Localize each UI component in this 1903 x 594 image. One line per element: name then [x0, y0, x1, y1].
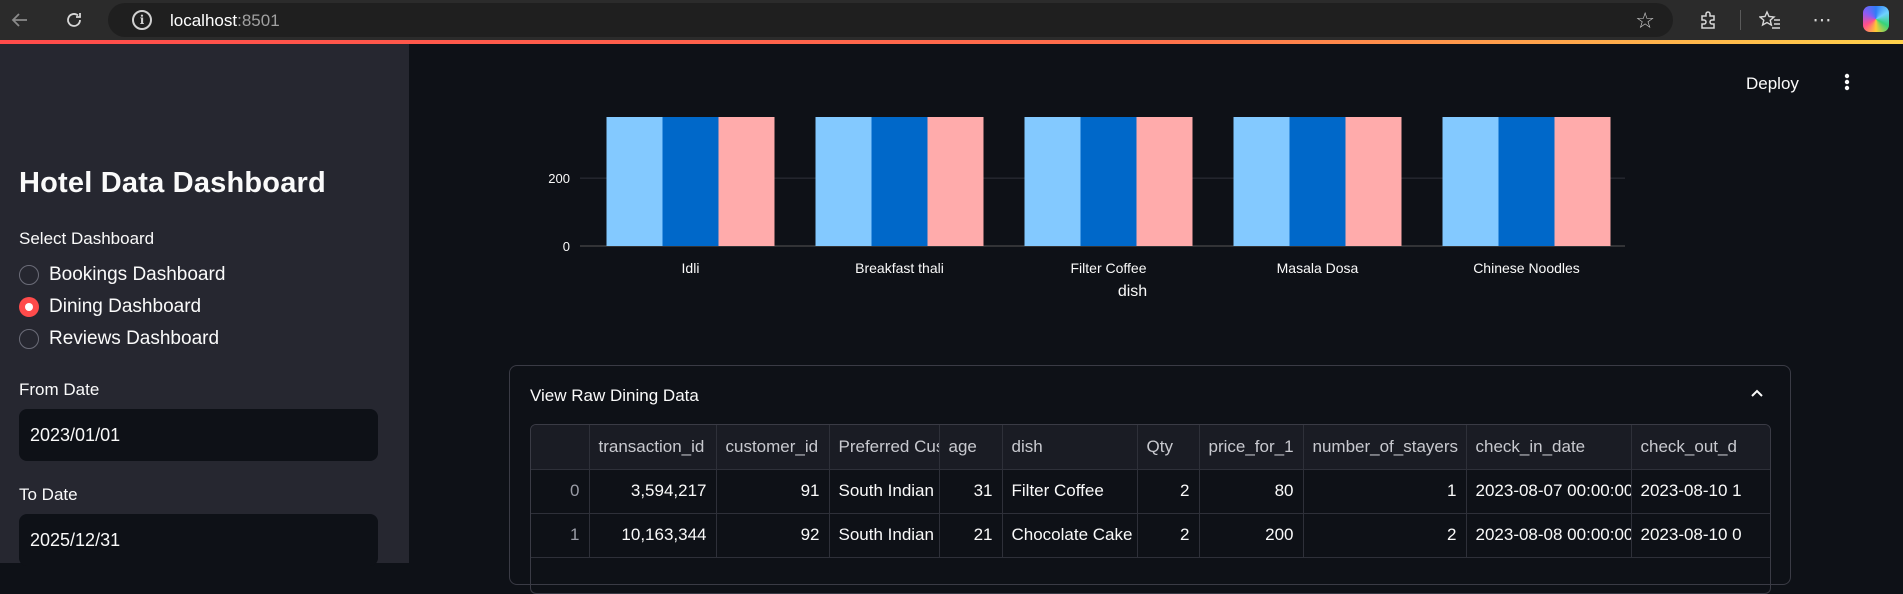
- bar: [718, 117, 775, 246]
- table-cell[interactable]: 80: [1199, 469, 1304, 514]
- x-tick-label: Breakfast thali: [855, 260, 944, 276]
- radio-label: Reviews Dashboard: [49, 328, 220, 349]
- sidebar: Hotel Data Dashboard Select Dashboard Bo…: [0, 44, 409, 566]
- row-index[interactable]: 0: [531, 469, 590, 514]
- column-header[interactable]: check_in_date: [1466, 425, 1632, 470]
- column-header[interactable]: age: [939, 425, 1003, 470]
- radio-label: Bookings Dashboard: [49, 264, 226, 285]
- x-tick-label: Masala Dosa: [1277, 260, 1359, 276]
- chevron-up-icon[interactable]: [1750, 386, 1764, 400]
- table-body: 0 3,594,217 91 South Indian 31 Filter Coffee 2…: [531, 469, 1770, 558]
- extensions-icon[interactable]: [1695, 7, 1721, 33]
- column-header[interactable]: transaction_id: [589, 425, 717, 470]
- kebab-menu-icon[interactable]: [1844, 72, 1850, 98]
- radio-unchecked-icon: [19, 329, 39, 349]
- deploy-button[interactable]: Deploy: [1746, 74, 1799, 100]
- table-cell[interactable]: 1: [1303, 469, 1467, 514]
- table-cell[interactable]: 2: [1303, 513, 1467, 558]
- x-tick-label: Idli: [682, 260, 700, 276]
- table-cell[interactable]: 21: [939, 513, 1003, 558]
- sidebar-title: Hotel Data Dashboard: [19, 167, 326, 199]
- radio-checked-icon: [19, 297, 39, 317]
- table-cell[interactable]: 2023-08-07 00:00:00: [1466, 469, 1632, 514]
- bar: [1136, 117, 1193, 246]
- bar: [606, 117, 663, 246]
- y-tick-label: 0: [563, 239, 570, 254]
- x-axis-label: dish: [1118, 283, 1147, 300]
- column-header[interactable]: Qty: [1137, 425, 1200, 470]
- x-tick-label: Chinese Noodles: [1473, 260, 1580, 276]
- bar: [1442, 117, 1499, 246]
- table-cell[interactable]: Chocolate Cake: [1002, 513, 1138, 558]
- column-header[interactable]: customer_id: [716, 425, 830, 470]
- radio-label: Dining Dashboard: [49, 296, 202, 317]
- raw-dining-table: transaction_idcustomer_idPreferred Cusin…: [531, 425, 1770, 558]
- table-cell[interactable]: 91: [716, 469, 830, 514]
- from-date-label: From Date: [19, 380, 100, 399]
- table-cell[interactable]: 3,594,217: [589, 469, 717, 514]
- bar: [1554, 117, 1611, 246]
- toolbar-divider: [1740, 10, 1741, 30]
- table-cell[interactable]: 200: [1199, 513, 1304, 558]
- table-cell[interactable]: 2023-08-10 0: [1631, 513, 1770, 558]
- x-tick-label: Filter Coffee: [1071, 260, 1147, 276]
- table-cell[interactable]: 2: [1137, 513, 1200, 558]
- table-cell[interactable]: 10,163,344: [589, 513, 717, 558]
- favorite-star-icon[interactable]: ☆: [1635, 8, 1655, 34]
- table-cell[interactable]: 31: [939, 469, 1003, 514]
- bar: [1024, 117, 1081, 246]
- url-text: localhost:8501: [170, 11, 280, 30]
- table-cell[interactable]: South Indian: [829, 513, 940, 558]
- radio-bookings-dashboard[interactable]: Bookings Dashboard: [19, 263, 225, 287]
- table-cell[interactable]: 2: [1137, 469, 1200, 514]
- radio-reviews-dashboard[interactable]: Reviews Dashboard: [19, 327, 219, 351]
- column-header[interactable]: [531, 425, 590, 470]
- radio-unchecked-icon: [19, 265, 39, 285]
- bar: [1289, 117, 1346, 246]
- data-table[interactable]: transaction_idcustomer_idPreferred Cusin…: [530, 424, 1771, 594]
- column-header[interactable]: check_out_d: [1631, 425, 1770, 470]
- bar: [815, 117, 872, 246]
- table-header-row: transaction_idcustomer_idPreferred Cusin…: [531, 425, 1770, 470]
- bar: [662, 117, 719, 246]
- column-header[interactable]: dish: [1002, 425, 1138, 470]
- bar: [871, 117, 928, 246]
- favorites-icon[interactable]: [1757, 7, 1783, 33]
- from-date-input[interactable]: 2023/01/01: [19, 409, 378, 461]
- select-dashboard-label: Select Dashboard: [19, 229, 155, 248]
- dining-bar-chart: 0 200 Idli Breakfast thali Filter Coffee Masa…: [540, 100, 1640, 310]
- y-tick-label: 200: [548, 171, 570, 186]
- table-row[interactable]: 0 3,594,217 91 South Indian 31 Filter Coffee 2…: [531, 469, 1770, 514]
- table-cell[interactable]: 92: [716, 513, 830, 558]
- back-arrow-icon[interactable]: [6, 6, 34, 34]
- radio-dining-dashboard[interactable]: Dining Dashboard: [19, 295, 201, 319]
- row-index[interactable]: 1: [531, 513, 590, 558]
- bar: [1498, 117, 1555, 246]
- raw-data-expander: View Raw Dining Data transaction_id custo…: [509, 365, 1791, 594]
- more-options-icon[interactable]: ⋯: [1809, 7, 1835, 33]
- expander-title[interactable]: View Raw Dining Data: [530, 386, 699, 406]
- table-cell[interactable]: 2023-08-10 1: [1631, 469, 1770, 514]
- address-bar[interactable]: i localhost:8501 ☆: [108, 3, 1673, 37]
- refresh-icon[interactable]: [60, 6, 88, 34]
- bar: [1080, 117, 1137, 246]
- to-date-label: To Date: [19, 485, 78, 504]
- table-cell[interactable]: Filter Coffee: [1002, 469, 1138, 514]
- column-header[interactable]: price_for_1: [1199, 425, 1304, 470]
- column-header[interactable]: Preferred Cusine: [829, 425, 940, 470]
- bar: [927, 117, 984, 246]
- column-header[interactable]: number_of_stayers: [1303, 425, 1467, 470]
- bar: [1233, 117, 1290, 246]
- site-info-icon[interactable]: i: [132, 10, 152, 30]
- bar: [1345, 117, 1402, 246]
- table-row[interactable]: 1 10,163,344 92 South Indian 21 Chocolate Cak…: [531, 513, 1770, 558]
- table-cell[interactable]: South Indian: [829, 469, 940, 514]
- table-cell[interactable]: 2023-08-08 00:00:00: [1466, 513, 1632, 558]
- browser-toolbar: i localhost:8501 ☆ ⋯: [0, 0, 1903, 40]
- copilot-icon[interactable]: [1863, 6, 1889, 32]
- to-date-input[interactable]: 2025/12/31: [19, 514, 378, 566]
- chart-svg: 0 200 Idli Breakfast thali Filter Coffee Masa…: [548, 117, 1625, 300]
